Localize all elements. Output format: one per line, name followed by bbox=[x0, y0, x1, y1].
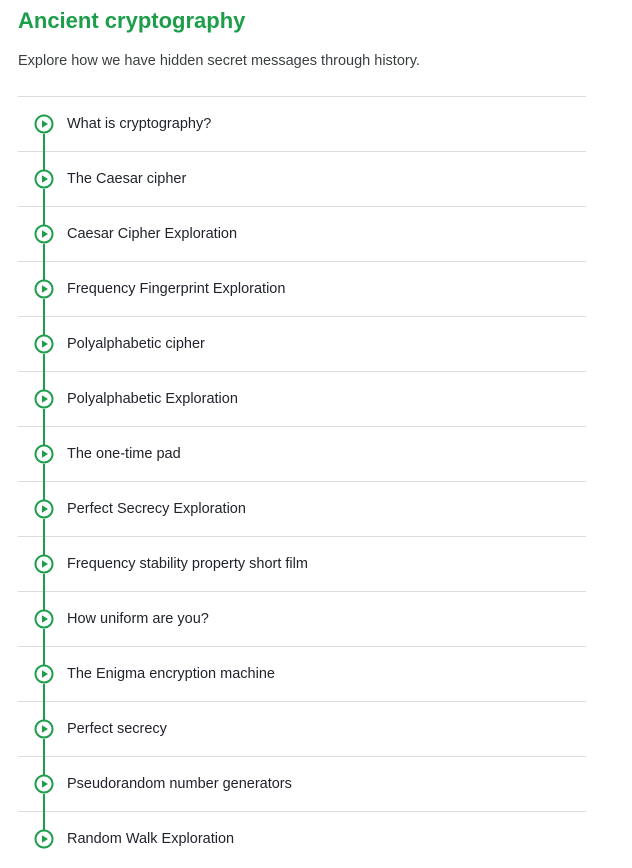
lesson-title: Random Walk Exploration bbox=[67, 831, 235, 847]
timeline-connector bbox=[43, 684, 45, 702]
lesson-title: How uniform are you? bbox=[67, 611, 209, 627]
lesson-item[interactable]: Caesar Cipher Exploration bbox=[18, 207, 586, 262]
play-circle-icon bbox=[34, 664, 54, 684]
page-description: Explore how we have hidden secret messag… bbox=[18, 53, 420, 69]
play-circle-icon bbox=[34, 774, 54, 794]
timeline-connector bbox=[43, 519, 45, 537]
lesson-title: Polyalphabetic Exploration bbox=[67, 391, 238, 407]
timeline-connector bbox=[43, 629, 45, 647]
timeline-connector bbox=[43, 647, 45, 665]
timeline-connector bbox=[43, 592, 45, 610]
lesson-item[interactable]: How uniform are you? bbox=[18, 592, 586, 647]
timeline-connector bbox=[43, 354, 45, 372]
lesson-title: The Caesar cipher bbox=[67, 171, 187, 187]
lesson-item[interactable]: Frequency Fingerprint Exploration bbox=[18, 262, 586, 317]
lesson-title: Polyalphabetic cipher bbox=[67, 336, 205, 352]
timeline-connector bbox=[43, 812, 45, 830]
lesson-list: What is cryptography? The Caesar cipher … bbox=[18, 96, 586, 866]
timeline-connector bbox=[43, 739, 45, 757]
lesson-item[interactable]: The one-time pad bbox=[18, 427, 586, 482]
timeline-connector bbox=[43, 372, 45, 390]
play-circle-icon bbox=[34, 554, 54, 574]
timeline-connector bbox=[43, 702, 45, 720]
play-circle-icon bbox=[34, 224, 54, 244]
timeline-connector bbox=[43, 482, 45, 500]
timeline-connector bbox=[43, 262, 45, 280]
timeline-connector bbox=[43, 427, 45, 445]
lesson-item[interactable]: Polyalphabetic Exploration bbox=[18, 372, 586, 427]
lesson-title: Frequency Fingerprint Exploration bbox=[67, 281, 286, 297]
lesson-item[interactable]: The Enigma encryption machine bbox=[18, 647, 586, 702]
play-circle-icon bbox=[34, 609, 54, 629]
timeline-connector bbox=[43, 574, 45, 592]
play-circle-icon bbox=[34, 444, 54, 464]
timeline-connector bbox=[43, 244, 45, 262]
play-circle-icon bbox=[34, 169, 54, 189]
play-circle-icon bbox=[34, 719, 54, 739]
lesson-item[interactable]: What is cryptography? bbox=[18, 97, 586, 152]
play-circle-icon bbox=[34, 389, 54, 409]
lesson-title: What is cryptography? bbox=[67, 116, 212, 132]
timeline-connector bbox=[43, 207, 45, 225]
timeline-connector bbox=[43, 409, 45, 427]
play-circle-icon bbox=[34, 499, 54, 519]
lesson-title: Caesar Cipher Exploration bbox=[67, 226, 238, 242]
timeline-connector bbox=[43, 464, 45, 482]
lesson-title: The Enigma encryption machine bbox=[67, 666, 275, 682]
lesson-title: The one-time pad bbox=[67, 446, 181, 462]
lesson-title: Pseudorandom number generators bbox=[67, 776, 292, 792]
lesson-item[interactable]: The Caesar cipher bbox=[18, 152, 586, 207]
lesson-item[interactable]: Frequency stability property short film bbox=[18, 537, 586, 592]
lesson-item[interactable]: Pseudorandom number generators bbox=[18, 757, 586, 812]
lesson-item[interactable]: Perfect Secrecy Exploration bbox=[18, 482, 586, 537]
play-circle-icon bbox=[34, 334, 54, 354]
play-circle-icon bbox=[34, 279, 54, 299]
timeline-connector bbox=[43, 134, 45, 152]
timeline-connector bbox=[43, 189, 45, 207]
lesson-item[interactable]: Perfect secrecy bbox=[18, 702, 586, 757]
timeline-connector bbox=[43, 757, 45, 775]
timeline-connector bbox=[43, 794, 45, 812]
play-circle-icon bbox=[34, 829, 54, 849]
lesson-item[interactable]: Polyalphabetic cipher bbox=[18, 317, 586, 372]
lesson-title: Perfect Secrecy Exploration bbox=[67, 501, 246, 517]
timeline-connector bbox=[43, 537, 45, 555]
lesson-title: Frequency stability property short film bbox=[67, 556, 308, 572]
timeline-connector bbox=[43, 152, 45, 170]
timeline-connector bbox=[43, 299, 45, 317]
play-circle-icon bbox=[34, 114, 54, 134]
timeline-connector bbox=[43, 317, 45, 335]
lesson-title: Perfect secrecy bbox=[67, 721, 167, 737]
lesson-item[interactable]: Random Walk Exploration bbox=[18, 812, 586, 866]
page-title: Ancient cryptography bbox=[18, 8, 246, 33]
